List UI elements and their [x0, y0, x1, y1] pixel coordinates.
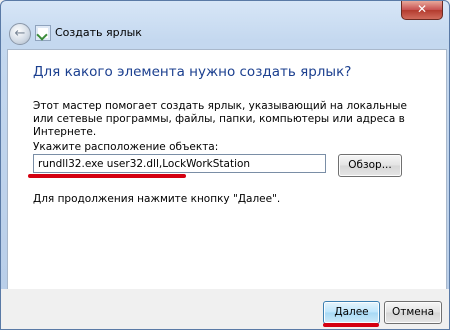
back-button[interactable]: ←	[9, 23, 31, 45]
window-title: Создать ярлык	[55, 26, 142, 39]
close-button[interactable]: ✕	[401, 1, 443, 20]
back-arrow-icon: ←	[14, 26, 26, 41]
location-label: Укажите расположение объекта:	[33, 141, 219, 153]
location-highlight-underline	[28, 174, 186, 178]
location-input[interactable]	[33, 154, 326, 173]
cancel-button[interactable]: Отмена	[384, 301, 442, 324]
shortcut-wizard-icon	[35, 25, 51, 41]
next-button[interactable]: Далее	[323, 301, 380, 324]
continue-hint: Для продолжения нажмите кнопку "Далее".	[33, 193, 281, 205]
page-heading: Для какого элемента нужно создать ярлык?	[33, 64, 352, 80]
close-icon: ✕	[416, 2, 428, 16]
wizard-description: Этот мастер помогает создать ярлык, указ…	[33, 100, 407, 138]
dialog-footer: Далее Отмена	[1, 289, 449, 329]
title-bar: ← Создать ярлык	[1, 19, 449, 49]
wizard-content: Для какого элемента нужно создать ярлык?…	[7, 49, 447, 291]
next-highlight-underline	[323, 323, 379, 327]
create-shortcut-dialog: ✕ ← Создать ярлык Для какого элемента ну…	[0, 0, 450, 330]
browse-button[interactable]: Обзор...	[338, 154, 402, 177]
